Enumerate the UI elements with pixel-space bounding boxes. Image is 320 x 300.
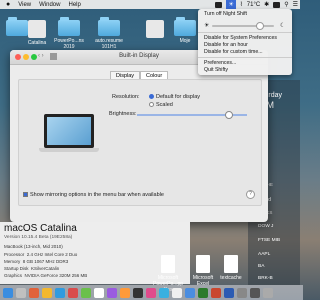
about-row: Processor 2.4 GHz Intel Core 2 Duo <box>4 252 78 257</box>
cloud-icon[interactable] <box>215 1 223 8</box>
folder-icon <box>174 17 196 36</box>
menu-separator <box>198 57 292 58</box>
sun-small-icon: ☀ <box>204 23 210 29</box>
stock-row[interactable]: BA <box>258 264 264 269</box>
resolution-scaled-option[interactable]: Scaled <box>149 102 173 108</box>
disable-for-app[interactable]: Disable for System Preferences <box>204 35 277 41</box>
menu-help[interactable]: Help <box>68 2 80 8</box>
music-icon[interactable] <box>146 287 156 298</box>
finder-icon[interactable] <box>3 287 13 298</box>
resolution-default-option[interactable]: Default for display <box>149 94 200 100</box>
app-icon[interactable] <box>81 287 91 298</box>
word-icon[interactable] <box>224 287 234 298</box>
quit-item[interactable]: Quit Shifty <box>204 67 228 73</box>
radio-icon[interactable] <box>149 102 154 108</box>
disable-custom-time[interactable]: Disable for custom time... <box>204 49 263 55</box>
settings-panel: Resolution: Default for display Scaled B… <box>18 79 262 206</box>
launchpad-icon[interactable] <box>16 287 26 298</box>
app-icon[interactable] <box>185 287 195 298</box>
trash-icon[interactable] <box>263 287 273 298</box>
desktop-file-textcache[interactable]: textcache <box>214 255 248 281</box>
laptop-image <box>44 114 94 148</box>
folder-icon <box>98 17 120 36</box>
app-icon[interactable] <box>107 287 117 298</box>
calendar-icon[interactable] <box>94 287 104 298</box>
app-icon[interactable] <box>68 287 78 298</box>
drive-icon <box>146 20 164 38</box>
desktop-drive-catalina[interactable]: Catalina <box>20 20 54 46</box>
brightness-slider[interactable] <box>137 111 247 119</box>
brightness-label: Brightness: <box>109 111 137 117</box>
desktop-folder-powerpoint[interactable]: PowerPo...ns 2019 <box>52 17 86 50</box>
bluetooth-icon[interactable]: ✱ <box>264 1 269 8</box>
shifty-menu: Turn off Night Shift ☀ ☾ Disable for Sys… <box>198 9 292 75</box>
control-icon[interactable]: ☰ <box>293 1 298 8</box>
os-version: Version 10.15.4 Beta (19E258a) <box>4 235 73 240</box>
slider-knob[interactable] <box>256 22 264 30</box>
document-icon <box>224 255 238 273</box>
safari-icon[interactable] <box>55 287 65 298</box>
checkbox-checked-icon[interactable] <box>23 192 28 198</box>
night-shift-toggle[interactable]: Turn off Night Shift <box>204 11 247 17</box>
about-model: MacBook (13-inch, Mid 2010) <box>4 244 63 249</box>
folder-icon <box>58 17 80 36</box>
about-row: Memory 8 GB 1067 MHz DDR3 <box>4 259 69 264</box>
moon-icon: ☾ <box>280 23 286 29</box>
excel-icon[interactable] <box>198 287 208 298</box>
system-preferences-icon[interactable] <box>237 287 247 298</box>
stock-row[interactable]: FTSE MIB <box>258 238 280 243</box>
help-button[interactable]: ? <box>246 190 255 199</box>
stock-row[interactable]: AAPL <box>258 252 270 257</box>
menu-window[interactable]: Window <box>39 2 60 8</box>
app-icon[interactable] <box>42 287 52 298</box>
temperature-readout[interactable]: 71°C <box>247 2 260 8</box>
preferences-item[interactable]: Preferences... <box>204 60 236 66</box>
menu-bar: ● View Window Help ☀ ⌇ 71°C ✱ ⚲ ☰ <box>0 0 300 9</box>
desktop-folder-moje[interactable]: Moje <box>168 17 202 44</box>
dock <box>0 285 303 300</box>
terminal-icon[interactable] <box>250 287 260 298</box>
search-icon[interactable]: ⚲ <box>284 1 288 8</box>
document-icon <box>196 255 210 273</box>
desktop-folder-resume[interactable]: auto.resume 101H1 <box>92 17 126 50</box>
app-icon[interactable] <box>29 287 39 298</box>
wifi-icon[interactable]: ⌇ <box>240 1 243 8</box>
brightness-knob[interactable] <box>225 111 233 119</box>
os-name: macOS Catalina <box>4 223 77 234</box>
radio-selected-icon[interactable] <box>149 94 154 100</box>
apple-icon[interactable]: ● <box>6 1 10 8</box>
resolution-label: Resolution: <box>112 94 140 100</box>
drive-icon <box>28 20 46 38</box>
app-icon[interactable] <box>120 287 130 298</box>
powerpoint-icon[interactable] <box>211 287 221 298</box>
mirroring-checkbox-row[interactable]: Show mirroring options in the menu bar w… <box>23 192 164 198</box>
about-row: Graphics NVIDIA GeForce 320M 256 MB <box>4 273 88 278</box>
about-row: Startup Disk KSilverCatalin <box>4 266 60 271</box>
shifty-menu-extra[interactable]: ☀ <box>226 0 236 9</box>
battery-icon[interactable] <box>273 1 281 8</box>
document-icon <box>161 255 175 273</box>
menubar-status-area: ☀ ⌇ 71°C ✱ ⚲ ☰ <box>215 0 298 9</box>
disable-for-hour[interactable]: Disable for an hour <box>204 42 248 48</box>
stock-row[interactable]: BRK-B <box>258 276 273 281</box>
menu-view[interactable]: View <box>18 2 31 8</box>
app-icon[interactable] <box>159 287 169 298</box>
desktop-drive[interactable] <box>138 20 172 40</box>
laptop-base <box>39 148 99 152</box>
display-preferences-window: ‹ › Built-in Display Search Display Colo… <box>10 50 268 222</box>
night-shift-slider[interactable] <box>212 22 274 30</box>
stock-row[interactable]: DOW J <box>258 224 273 229</box>
menu-separator <box>198 32 292 33</box>
app-icon[interactable] <box>133 287 143 298</box>
app-icon[interactable] <box>172 287 182 298</box>
